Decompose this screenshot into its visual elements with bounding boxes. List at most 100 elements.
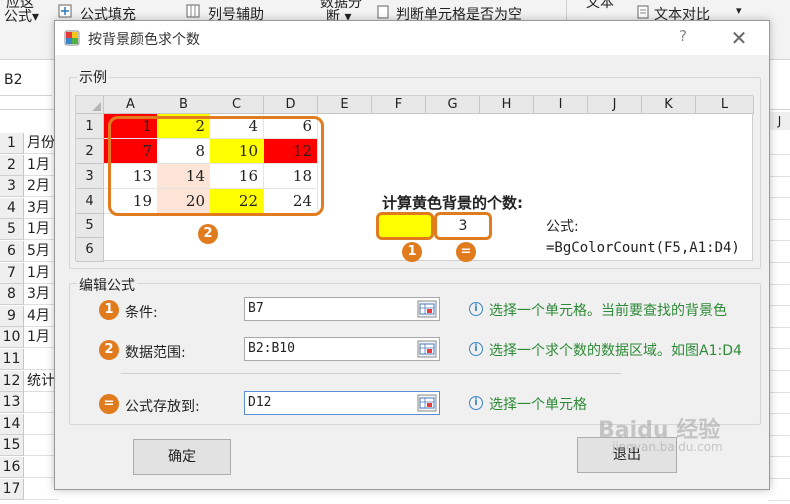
- row-header[interactable]: 8: [0, 284, 24, 305]
- close-button[interactable]: ✕: [721, 25, 757, 51]
- gridline: [768, 435, 790, 436]
- example-col-header: E: [318, 96, 372, 114]
- app-icon: [64, 30, 80, 46]
- sheet-cell[interactable]: 1月: [24, 219, 58, 240]
- column-header-J[interactable]: J: [768, 112, 790, 130]
- sheet-cell[interactable]: [24, 457, 58, 478]
- result-highlight: [434, 212, 492, 240]
- column-helper-icon: [186, 4, 200, 18]
- dialog-title: 按背景颜色求个数: [88, 32, 200, 48]
- row-header[interactable]: 16: [0, 457, 24, 478]
- range-picker-icon[interactable]: [417, 340, 437, 358]
- sheet-cell[interactable]: 1月: [24, 155, 58, 176]
- sheet-cell[interactable]: 4月: [24, 306, 58, 327]
- row-header[interactable]: 17: [0, 479, 24, 500]
- info-icon: i: [469, 302, 483, 316]
- example-corner: [76, 96, 104, 114]
- sheet-cell[interactable]: [24, 435, 58, 456]
- info-icon: i: [469, 342, 483, 356]
- sheet-cell[interactable]: 1月: [24, 263, 58, 284]
- range-input-value: D12: [248, 395, 272, 410]
- example-col-header: C: [210, 96, 264, 114]
- dropdown-arrow-icon[interactable]: ▾: [736, 4, 742, 17]
- row-header[interactable]: 13: [0, 392, 24, 413]
- field-hint: 选择一个单元格。当前要查找的背景色: [489, 303, 727, 319]
- row-header[interactable]: 9: [0, 306, 24, 327]
- example-row-header: 3: [76, 164, 104, 189]
- row-header[interactable]: 14: [0, 414, 24, 435]
- sheet-cell[interactable]: 2月: [24, 176, 58, 197]
- field-badge: 1: [99, 300, 119, 320]
- range-picker-icon[interactable]: [417, 300, 437, 318]
- gridline: [768, 262, 790, 263]
- sheet-cell[interactable]: 5月: [24, 241, 58, 262]
- sheet-cell[interactable]: [24, 479, 58, 500]
- info-icon: i: [469, 396, 483, 410]
- range-input[interactable]: D12: [244, 391, 440, 415]
- dialog-titlebar[interactable]: 按背景颜色求个数 ? ✕: [55, 21, 769, 55]
- example-row-header: 4: [76, 189, 104, 214]
- gridline: [768, 240, 790, 241]
- range-input-value: B2:B10: [248, 341, 295, 356]
- example-group-label: 示例: [77, 67, 109, 87]
- sheet-cell[interactable]: [24, 414, 58, 435]
- row-header[interactable]: 6: [0, 241, 24, 262]
- sheet-cell[interactable]: 月份: [24, 133, 58, 154]
- row-header[interactable]: 7: [0, 263, 24, 284]
- example-col-header: L: [696, 96, 754, 114]
- gridline: [768, 348, 790, 349]
- example-col-header: K: [642, 96, 696, 114]
- row-header[interactable]: 12: [0, 371, 24, 392]
- gridline: [768, 154, 790, 155]
- row-header[interactable]: 10: [0, 327, 24, 348]
- field-hint: 选择一个求个数的数据区域。如图A1:D4: [489, 343, 742, 359]
- sheet-cell[interactable]: 3月: [24, 198, 58, 219]
- range-input-value: B7: [248, 301, 264, 316]
- row-header[interactable]: 4: [0, 198, 24, 219]
- sheet-cell[interactable]: 1月: [24, 327, 58, 348]
- row-header[interactable]: 2: [0, 155, 24, 176]
- gridline: [768, 478, 790, 479]
- gridline: [768, 456, 790, 457]
- gridline: [768, 219, 790, 220]
- gridline: [768, 176, 790, 177]
- example-row-header: 1: [76, 114, 104, 139]
- example-row-header: 5: [76, 214, 104, 238]
- example-col-header: A: [104, 96, 158, 114]
- formula-menu[interactable]: 公式▾: [4, 6, 39, 26]
- text-compare-icon: [637, 5, 649, 19]
- sheet-cell[interactable]: 3月: [24, 284, 58, 305]
- example-col-header: D: [264, 96, 318, 114]
- formula-example: =BgColorCount(F5,A1:D4): [546, 240, 740, 256]
- range-input[interactable]: B2:B10: [244, 337, 440, 361]
- field-badge: =: [99, 394, 119, 414]
- field-label: 数据范围:: [125, 345, 186, 361]
- fill-formula-icon: [58, 4, 72, 18]
- example-col-header: B: [157, 96, 211, 114]
- ok-button[interactable]: 确定: [133, 439, 231, 475]
- field-label: 公式存放到:: [125, 399, 200, 415]
- help-button[interactable]: ?: [665, 27, 701, 49]
- formula-label: 公式:: [546, 219, 579, 235]
- badge-condition: 1: [402, 242, 422, 262]
- data-range-highlight: [108, 116, 324, 216]
- example-col-header: J: [588, 96, 642, 114]
- sheet-cell[interactable]: [24, 349, 58, 370]
- range-picker-icon[interactable]: [417, 394, 437, 412]
- gridline: [768, 413, 790, 414]
- gridline: [768, 370, 790, 371]
- row-header[interactable]: 1: [0, 133, 24, 154]
- sheet-cell[interactable]: 统计: [24, 371, 58, 392]
- row-header[interactable]: 5: [0, 219, 24, 240]
- example-col-header: G: [426, 96, 480, 114]
- row-header[interactable]: 11: [0, 349, 24, 370]
- row-header[interactable]: 15: [0, 435, 24, 456]
- gridline: [768, 327, 790, 328]
- gridline: [768, 305, 790, 306]
- name-box[interactable]: B2: [0, 66, 52, 96]
- check-empty-icon: [377, 5, 389, 19]
- example-col-header: I: [534, 96, 588, 114]
- row-header[interactable]: 3: [0, 176, 24, 197]
- range-input[interactable]: B7: [244, 297, 440, 321]
- sheet-cell[interactable]: [24, 392, 58, 413]
